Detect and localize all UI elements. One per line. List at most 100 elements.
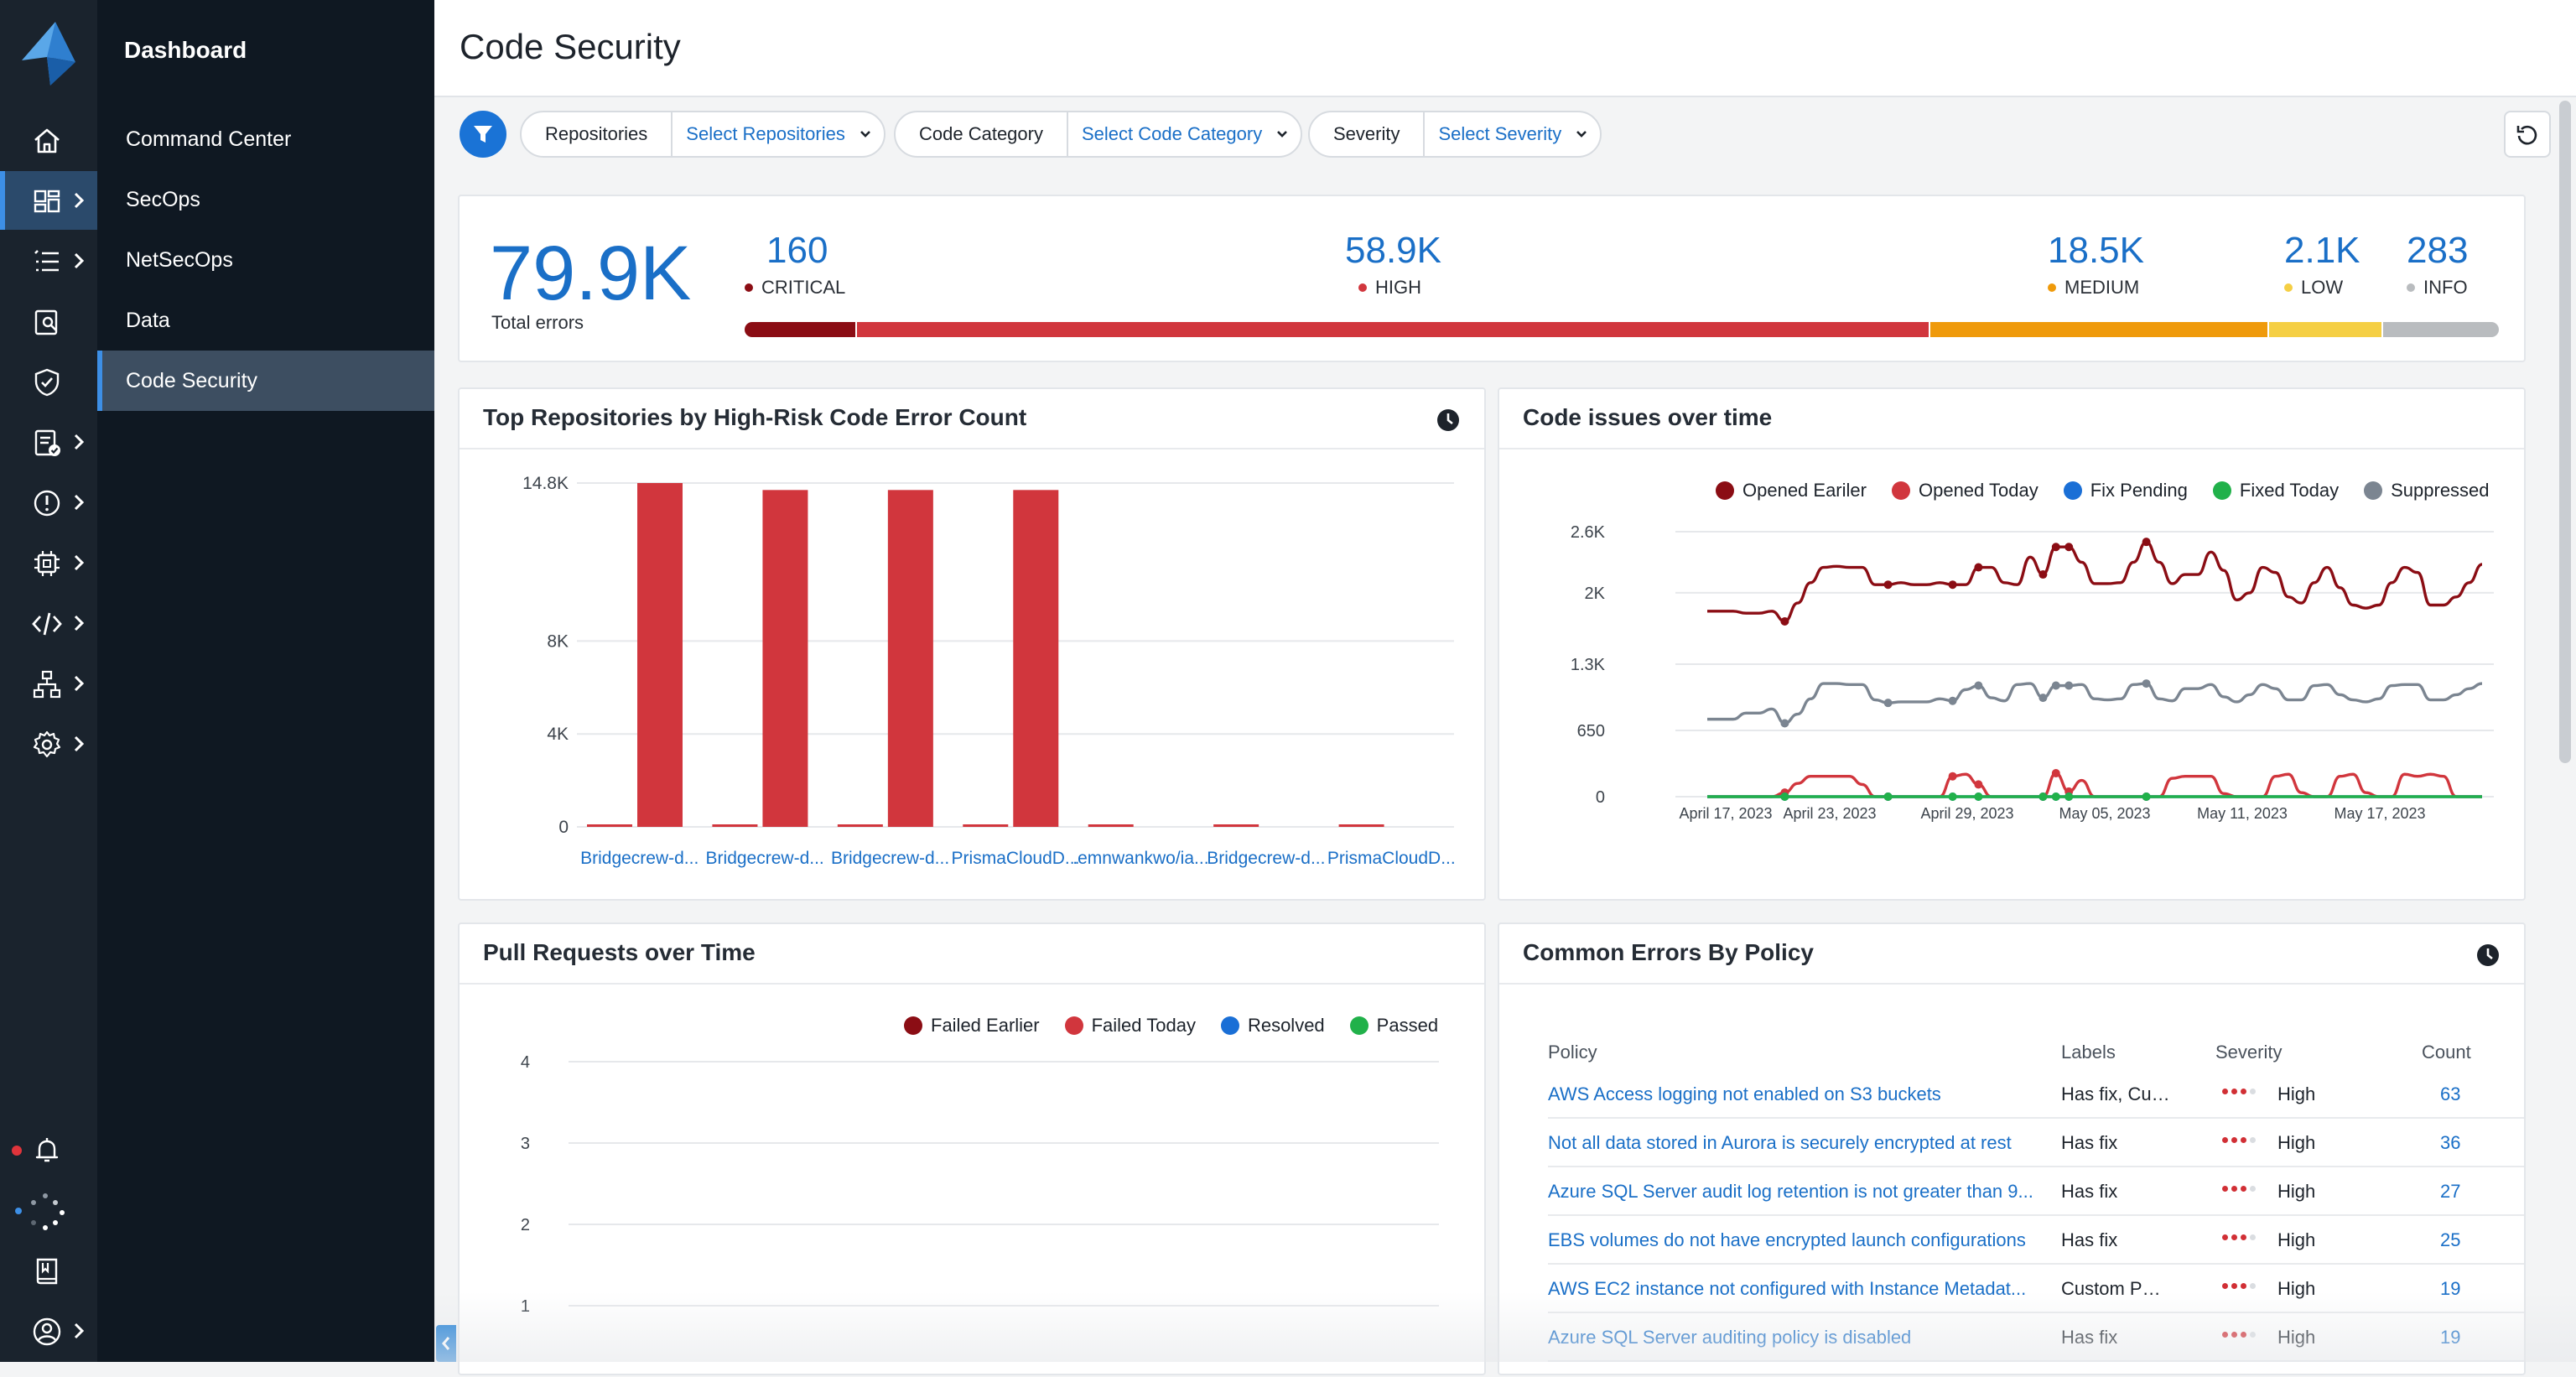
policy-link[interactable]: Azure SQL Server audit log retention is … (1548, 1181, 2051, 1203)
rail-home[interactable] (0, 111, 97, 169)
severity-segment-high[interactable] (854, 322, 1929, 337)
rail-docs[interactable] (0, 1241, 97, 1300)
severity-dot (2222, 1283, 2228, 1289)
x-tick-label: Bridgecrew-d... (831, 849, 949, 868)
severity-filter-value: Select Severity (1438, 123, 1562, 144)
column-header-labels[interactable]: Labels (2061, 1042, 2116, 1063)
rail-network[interactable] (0, 654, 97, 713)
rail-compliance[interactable] (0, 413, 97, 471)
home-icon (34, 128, 60, 153)
severity-dot (2231, 1234, 2237, 1240)
loading-icon (15, 1193, 65, 1230)
severity-low[interactable]: 2.1K LOW (2284, 230, 2360, 299)
severity-segment-medium[interactable] (1929, 322, 2267, 337)
severity-segment-info[interactable] (2381, 322, 2499, 337)
rail-dashboard[interactable] (0, 171, 97, 230)
data-point (1974, 792, 1983, 801)
legend-item[interactable]: Resolved (1220, 1015, 1325, 1037)
table-row[interactable]: EBS volumes do not have encrypted launch… (1548, 1216, 2524, 1265)
nav-item-secops[interactable]: SecOps (97, 169, 434, 230)
data-point (1780, 616, 1789, 626)
severity-critical[interactable]: 160 CRITICAL (745, 230, 845, 299)
pull-requests-title: Pull Requests over Time (483, 939, 756, 965)
y-tick-label: 2K (1585, 585, 1606, 603)
repositories-filter-label: Repositories (522, 112, 673, 156)
clock-icon[interactable] (2475, 943, 2501, 968)
severity-dot (2222, 1186, 2228, 1192)
clock-icon[interactable] (1436, 408, 1461, 433)
repositories-filter[interactable]: Repositories Select Repositories (520, 111, 886, 158)
severity-high[interactable]: 58.9K HIGH (1345, 230, 1441, 299)
count-link[interactable]: 25 (2440, 1229, 2460, 1251)
severity-dot (2222, 1089, 2228, 1094)
table-row[interactable]: Not all data stored in Aurora is securel… (1548, 1119, 2524, 1167)
count-link[interactable]: 63 (2440, 1083, 2460, 1105)
code-category-filter-label: Code Category (896, 112, 1068, 156)
legend-item[interactable]: Passed (1349, 1015, 1438, 1037)
severity-segment-critical[interactable] (745, 322, 855, 337)
legend-item[interactable]: Failed Earlier (904, 1015, 1040, 1037)
rail-compliance-shield[interactable] (0, 352, 97, 411)
column-header-severity[interactable]: Severity (2215, 1042, 2282, 1063)
legend-label: Fix Pending (2090, 480, 2188, 501)
legend-item[interactable]: Fix Pending (2063, 480, 2188, 501)
legend-label: Opened Eariler (1742, 480, 1867, 501)
data-point (1948, 696, 1957, 705)
severity-info[interactable]: 283 INFO (2407, 230, 2468, 299)
labels-cell: Has fix (2061, 1229, 2118, 1250)
main-content: Code Security Repositories Select Reposi… (434, 0, 2576, 1375)
code-category-filter[interactable]: Code Category Select Code Category (894, 111, 1303, 158)
filter-icon (474, 126, 492, 143)
count-link[interactable]: 36 (2440, 1132, 2460, 1154)
rail-alerts-list[interactable] (0, 231, 97, 290)
severity-dot (2250, 1234, 2256, 1240)
rail-settings[interactable] (0, 714, 97, 773)
legend-item[interactable]: Suppressed (2364, 480, 2490, 501)
count-link[interactable]: 27 (2440, 1181, 2460, 1203)
column-header-policy[interactable]: Policy (1548, 1042, 1597, 1063)
rail-compute[interactable] (0, 533, 97, 592)
legend-item[interactable]: Opened Eariler (1716, 480, 1867, 501)
policy-link[interactable]: AWS Access logging not enabled on S3 buc… (1548, 1083, 2051, 1105)
policy-link[interactable]: Not all data stored in Aurora is securel… (1548, 1132, 2051, 1154)
y-tick-label: 2.6K (1571, 523, 1606, 542)
severity-high-count: 58.9K (1345, 230, 1441, 271)
filter-button[interactable] (460, 111, 506, 158)
table-row[interactable]: Azure SQL Server audit log retention is … (1548, 1167, 2524, 1216)
column-header-count[interactable]: Count (2422, 1042, 2471, 1063)
legend-item[interactable]: Opened Today (1891, 480, 2038, 501)
top-repositories-card: Top Repositories by High-Risk Code Error… (458, 387, 1486, 901)
nav-item-data[interactable]: Data (97, 290, 434, 351)
table-row[interactable]: AWS Access logging not enabled on S3 buc… (1548, 1070, 2524, 1119)
severity-segment-low[interactable] (2267, 322, 2381, 337)
legend-item[interactable]: Failed Today (1064, 1015, 1196, 1037)
nav-item-netsecops[interactable]: NetSecOps (97, 230, 434, 290)
investigate-icon (34, 309, 58, 335)
severity-filter[interactable]: Severity Select Severity (1308, 111, 1602, 158)
nav-title: Dashboard (124, 37, 247, 63)
data-point (2142, 538, 2151, 547)
page-scrollbar[interactable] (2559, 101, 2571, 763)
severity-dot (2231, 1137, 2237, 1143)
policy-link[interactable]: EBS volumes do not have encrypted launch… (1548, 1229, 2051, 1251)
severity-info-count: 283 (2407, 230, 2469, 271)
y-tick-label: 8K (547, 631, 569, 651)
legend-dot (2063, 481, 2082, 500)
reset-filters-button[interactable] (2504, 111, 2551, 158)
rail-investigate[interactable] (0, 292, 97, 351)
rail-notifications[interactable] (0, 1120, 97, 1179)
x-tick-label: Bridgecrew-d... (580, 849, 699, 868)
nav-item-code-security[interactable]: Code Security (97, 351, 434, 411)
rail-user[interactable] (0, 1302, 97, 1360)
legend-item[interactable]: Fixed Today (2212, 480, 2339, 501)
legend-dot (1220, 1016, 1239, 1035)
nav-item-command-center[interactable]: Command Center (97, 109, 434, 169)
severity-medium[interactable]: 18.5K MEDIUM (2048, 230, 2144, 299)
severity-cell: High (2277, 1083, 2316, 1104)
rail-activity[interactable] (0, 1182, 97, 1241)
rail-alerts[interactable] (0, 473, 97, 532)
prisma-logo[interactable] (22, 22, 75, 86)
total-errors-card: 79.9K Total errors 160 CRITICAL 58.9K HI… (458, 195, 2526, 362)
rail-code[interactable] (0, 594, 97, 652)
y-tick-label: 1.3K (1571, 656, 1606, 674)
